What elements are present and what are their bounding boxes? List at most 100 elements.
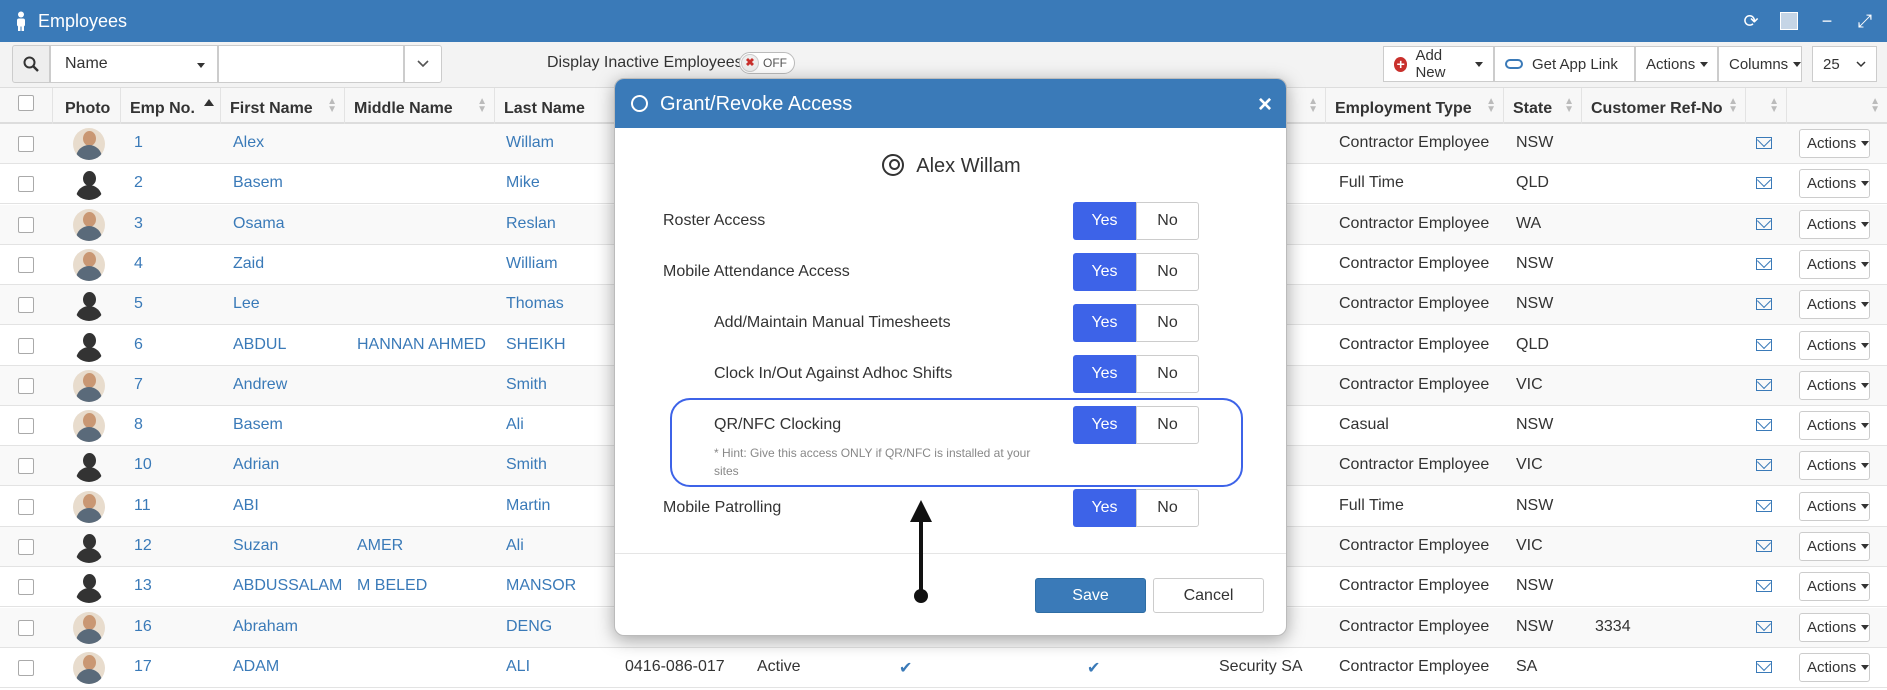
emp-no-link[interactable]: 8 [125, 406, 143, 446]
no-button[interactable]: No [1136, 304, 1199, 342]
maximize-icon[interactable]: ⤢ [1849, 5, 1881, 37]
yes-button[interactable]: Yes [1073, 489, 1136, 527]
row-actions-button[interactable]: Actions [1799, 249, 1870, 279]
middle-name-link[interactable] [348, 366, 357, 406]
yes-button[interactable]: Yes [1073, 202, 1136, 240]
row-checkbox[interactable] [18, 498, 34, 515]
emp-no-link[interactable]: 7 [125, 366, 143, 406]
emp-no-link[interactable]: 10 [125, 446, 152, 486]
last-name-link[interactable]: Smith [497, 366, 547, 406]
first-name-link[interactable]: Abraham [224, 608, 298, 648]
first-name-link[interactable]: ABDUL [224, 326, 286, 366]
last-name-link[interactable]: Ali [497, 406, 524, 446]
mail-icon[interactable] [1756, 177, 1772, 190]
row-actions-button[interactable]: Actions [1799, 290, 1870, 320]
mail-icon[interactable] [1756, 660, 1772, 673]
row-actions-button[interactable]: Actions [1799, 572, 1870, 602]
row-actions-button[interactable]: Actions [1799, 491, 1870, 521]
close-icon[interactable]: × [1258, 91, 1272, 119]
search-input[interactable] [218, 45, 404, 83]
first-name-link[interactable]: ABI [224, 487, 259, 527]
emp-no-link[interactable]: 13 [125, 567, 152, 607]
select-all-checkbox[interactable] [18, 95, 34, 111]
first-name-link[interactable]: Suzan [224, 527, 278, 567]
row-checkbox[interactable] [18, 337, 34, 354]
middle-name-link[interactable] [348, 124, 357, 164]
emp-no-link[interactable]: 6 [125, 326, 143, 366]
yes-button[interactable]: Yes [1073, 253, 1136, 291]
first-name-link[interactable]: Adrian [224, 446, 279, 486]
row-actions-button[interactable]: Actions [1799, 451, 1870, 481]
last-name-link[interactable]: Mike [497, 164, 540, 204]
header-customer-ref[interactable]: Customer Ref-No ▲ ▼ [1582, 88, 1746, 124]
row-checkbox[interactable] [18, 418, 34, 435]
emp-no-link[interactable]: 2 [125, 164, 143, 204]
row-actions-button[interactable]: Actions [1799, 330, 1870, 360]
mail-icon[interactable] [1756, 499, 1772, 512]
header-emp-no[interactable]: Emp No. [121, 88, 221, 124]
last-name-link[interactable]: Willam [497, 124, 554, 164]
last-name-link[interactable]: ALI [497, 648, 530, 688]
first-name-link[interactable]: Basem [224, 406, 283, 446]
get-app-link-button[interactable]: Get App Link [1494, 46, 1635, 82]
row-checkbox[interactable] [18, 256, 34, 273]
last-name-link[interactable]: SHEIKH [497, 326, 566, 366]
last-name-link[interactable]: DENG [497, 608, 552, 648]
table-row[interactable]: 17 ADAM ALI 0416-086-017 Active ✔ ✔ Security SA… [0, 648, 1887, 688]
middle-name-link[interactable]: M BELED [348, 567, 427, 607]
search-dropdown-button[interactable] [404, 45, 442, 83]
mail-icon[interactable] [1756, 580, 1772, 593]
last-name-link[interactable]: MANSOR [497, 567, 576, 607]
last-name-link[interactable]: Smith [497, 446, 547, 486]
middle-name-link[interactable]: HANNAN AHMED [348, 326, 486, 366]
middle-name-link[interactable] [348, 406, 357, 446]
yes-button[interactable]: Yes [1073, 355, 1136, 393]
row-checkbox[interactable] [18, 216, 34, 233]
add-new-button[interactable]: + Add New [1383, 46, 1494, 82]
emp-no-link[interactable]: 5 [125, 285, 143, 325]
mail-icon[interactable] [1756, 620, 1772, 633]
row-actions-button[interactable]: Actions [1799, 411, 1870, 441]
row-checkbox[interactable] [18, 659, 34, 676]
emp-no-link[interactable]: 3 [125, 205, 143, 245]
middle-name-link[interactable] [348, 608, 357, 648]
middle-name-link[interactable] [348, 285, 357, 325]
last-name-link[interactable]: William [497, 245, 558, 285]
last-name-link[interactable]: Reslan [497, 205, 556, 245]
middle-name-link[interactable] [348, 487, 357, 527]
row-checkbox[interactable] [18, 579, 34, 596]
no-button[interactable]: No [1136, 253, 1199, 291]
actions-button[interactable]: Actions [1635, 46, 1718, 82]
search-field-select[interactable]: Name [50, 45, 218, 83]
mail-icon[interactable] [1756, 298, 1772, 311]
middle-name-link[interactable]: AMER [348, 527, 403, 567]
row-actions-button[interactable]: Actions [1799, 209, 1870, 239]
row-checkbox[interactable] [18, 619, 34, 636]
row-actions-button[interactable]: Actions [1799, 652, 1870, 682]
emp-no-link[interactable]: 1 [125, 124, 143, 164]
no-button[interactable]: No [1136, 489, 1199, 527]
middle-name-link[interactable] [348, 648, 357, 688]
middle-name-link[interactable] [348, 205, 357, 245]
mail-icon[interactable] [1756, 419, 1772, 432]
header-state[interactable]: State ▲ ▼ [1504, 88, 1582, 124]
emp-no-link[interactable]: 4 [125, 245, 143, 285]
row-checkbox[interactable] [18, 136, 34, 152]
inactive-employees-toggle[interactable]: ✖ OFF [739, 52, 795, 74]
row-checkbox[interactable] [18, 539, 34, 555]
save-button[interactable]: Save [1035, 578, 1146, 613]
cancel-button[interactable]: Cancel [1153, 578, 1264, 613]
mail-icon[interactable] [1756, 540, 1772, 552]
last-name-link[interactable]: Martin [497, 487, 550, 527]
minimize-icon[interactable]: − [1811, 5, 1843, 37]
mail-icon[interactable] [1756, 378, 1772, 391]
first-name-link[interactable]: Alex [224, 124, 264, 164]
middle-name-link[interactable] [348, 245, 357, 285]
first-name-link[interactable]: ABDUSSALAM [224, 567, 342, 607]
columns-button[interactable]: Columns [1718, 46, 1802, 82]
mail-icon[interactable] [1756, 217, 1772, 230]
search-button[interactable] [12, 45, 50, 83]
no-button[interactable]: No [1136, 202, 1199, 240]
header-first-name[interactable]: First Name ▲ ▼ [221, 88, 345, 124]
mail-icon[interactable] [1756, 338, 1772, 351]
